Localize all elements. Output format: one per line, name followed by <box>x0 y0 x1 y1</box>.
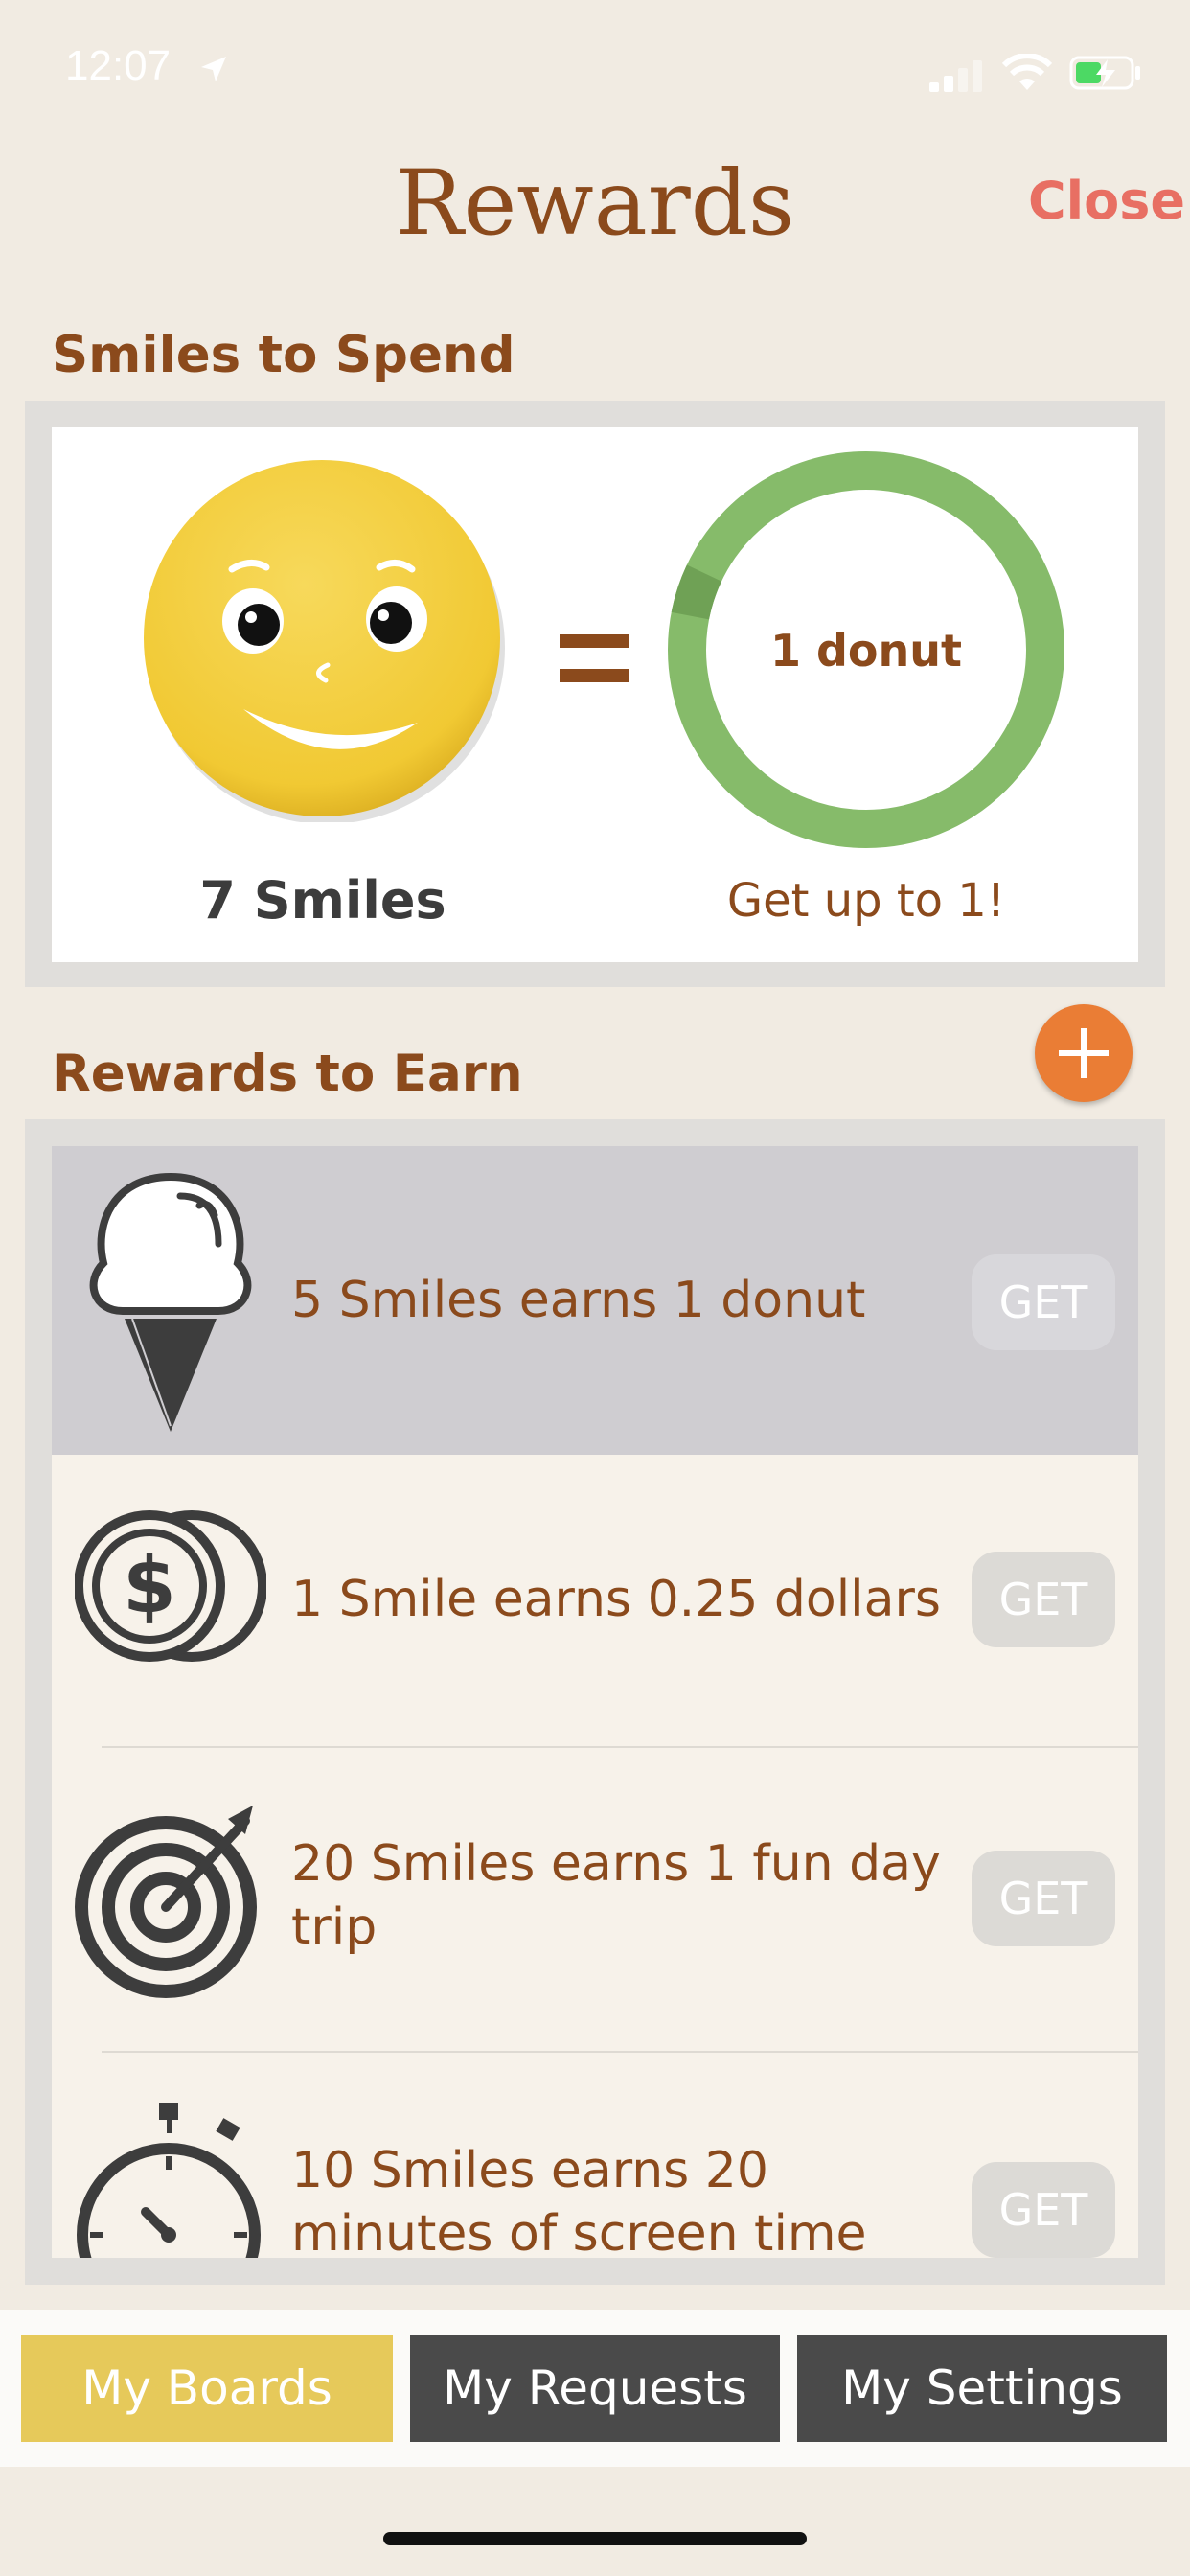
list-item[interactable]: $ 1 Smile earns 0.25 dollars GET <box>52 1455 1138 1742</box>
smiley-face-icon <box>144 460 505 822</box>
reward-text: 5 Smiles earns 1 donut <box>291 1272 866 1329</box>
tab-my-settings[interactable]: My Settings <box>797 2334 1167 2442</box>
wifi-icon <box>1002 54 1052 90</box>
smiles-to-spend-heading: Smiles to Spend <box>52 326 515 384</box>
location-arrow-icon <box>201 57 226 81</box>
rewards-list[interactable]: 5 Smiles earns 1 donut GET $ 1 Smile ear… <box>52 1146 1138 2258</box>
ice-cream-icon <box>89 1172 252 1432</box>
get-button[interactable]: GET <box>972 1552 1115 1647</box>
reward-label: 1 donut <box>769 625 963 677</box>
list-item[interactable]: 20 Smiles earns 1 fun day trip GET <box>52 1748 1138 2051</box>
get-button[interactable]: GET <box>972 1254 1115 1350</box>
tab-my-requests[interactable]: My Requests <box>410 2334 780 2442</box>
reward-text: 1 Smile earns 0.25 dollars <box>291 1571 941 1628</box>
status-time: 12:07 <box>65 42 172 89</box>
add-reward-button[interactable] <box>1035 1004 1133 1102</box>
tab-my-boards[interactable]: My Boards <box>21 2334 393 2442</box>
get-button[interactable]: GET <box>972 2162 1115 2258</box>
home-indicator <box>383 2532 807 2545</box>
get-up-to-text: Get up to 1! <box>726 874 1006 928</box>
reward-text: 10 Smiles earns 20 minutes of screen tim… <box>291 2142 867 2258</box>
list-item[interactable]: 5 Smiles earns 1 donut GET <box>52 1146 1138 1455</box>
cell-signal-icon <box>929 60 982 92</box>
equals-sign-bottom <box>560 669 629 682</box>
stopwatch-icon <box>77 2103 261 2258</box>
get-button[interactable]: GET <box>972 1851 1115 1946</box>
smiles-count: 7 Smiles <box>199 870 446 931</box>
rewards-to-earn-heading: Rewards to Earn <box>52 1045 523 1103</box>
target-icon <box>75 1806 257 1998</box>
coins-dollar-icon: $ <box>75 1510 266 1662</box>
reward-text: 20 Smiles earns 1 fun day trip <box>291 1835 941 1956</box>
close-button[interactable]: Close <box>1028 171 1185 231</box>
page-title: Rewards <box>395 151 795 256</box>
equals-sign-top <box>560 634 629 648</box>
list-item[interactable]: 10 Smiles earns 20 minutes of screen tim… <box>52 2053 1138 2258</box>
svg-text:$: $ <box>123 1541 176 1630</box>
battery-charging-icon <box>1069 56 1140 90</box>
